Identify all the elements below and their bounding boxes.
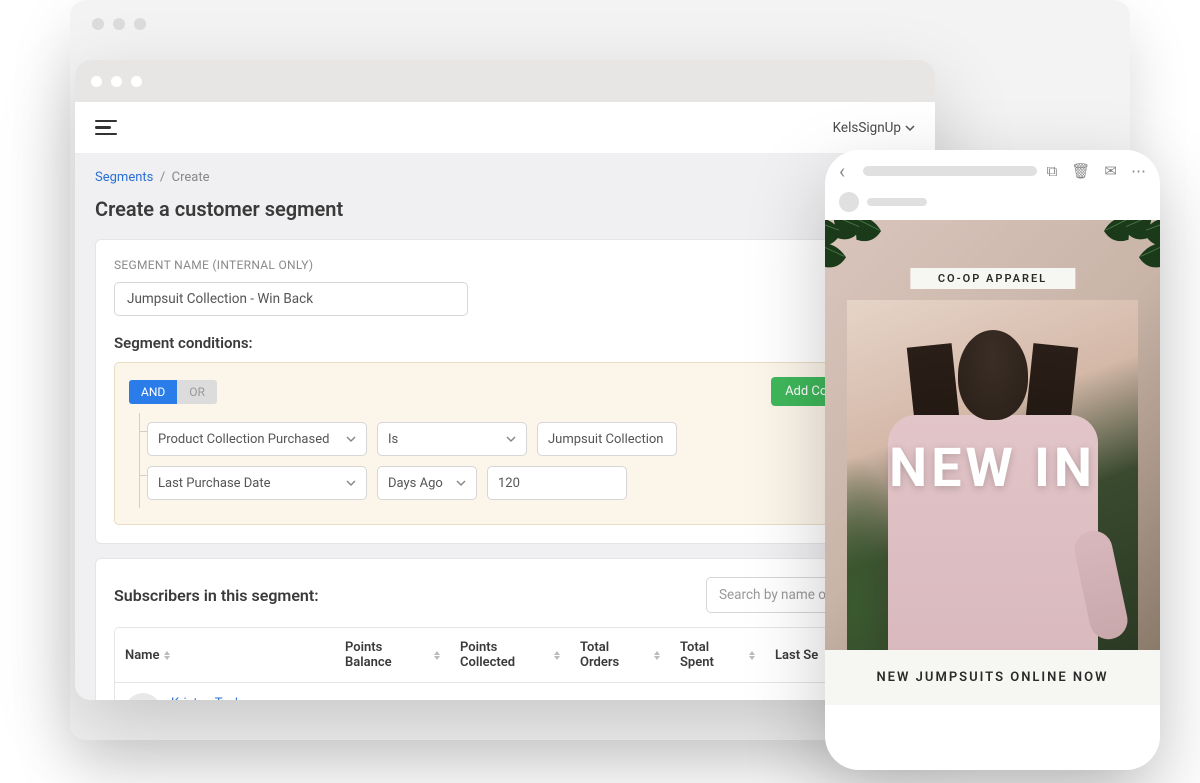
email-cta: NEW JUMPSUITS ONLINE NOW <box>825 650 1160 705</box>
delete-icon[interactable]: 🗑 <box>1071 162 1090 180</box>
titlebar <box>75 60 935 102</box>
admin-window: KelsSignUp Segments / Create Create a cu… <box>75 60 935 700</box>
condition-row: Product Collection Purchased Is Jumpsuit… <box>147 422 881 456</box>
page-content: Segments / Create Create a customer segm… <box>75 154 935 700</box>
table-row[interactable]: KT Kristen Taylor kristentaylor@mail.com… <box>115 683 895 700</box>
chevron-down-icon <box>905 123 915 133</box>
condition-operator-select[interactable]: Is <box>377 422 527 456</box>
segment-name-label: SEGMENT NAME (INTERNAL ONLY) <box>114 258 896 272</box>
email-headline: NEW IN <box>825 437 1160 500</box>
and-button[interactable]: AND <box>129 380 177 404</box>
breadcrumb: Segments / Create <box>95 170 915 185</box>
segment-name-input[interactable] <box>114 282 468 316</box>
back-icon[interactable]: ‹ <box>839 159 853 183</box>
subscribers-table: Name Points Balance Points Collected Tot… <box>114 627 896 700</box>
subscribers-card: Subscribers in this segment: Name Points… <box>95 558 915 700</box>
condition-value[interactable]: Jumpsuit Collection <box>537 422 677 456</box>
condition-field-select[interactable]: Last Purchase Date <box>147 466 367 500</box>
page-title: Create a customer segment <box>95 197 915 221</box>
condition-operator-select[interactable]: Days Ago <box>377 466 477 500</box>
email-brand: CO-OP APPAREL <box>910 268 1075 289</box>
breadcrumb-parent[interactable]: Segments <box>95 170 153 185</box>
chevron-down-icon <box>346 434 356 444</box>
condition-value[interactable]: 120 <box>487 466 627 500</box>
more-icon[interactable]: ⋯ <box>1131 162 1146 180</box>
account-name: KelsSignUp <box>833 120 901 136</box>
window-controls <box>92 18 146 30</box>
avatar: KT <box>125 693 161 700</box>
archive-icon[interactable]: ⧉ <box>1047 162 1058 180</box>
mail-icon[interactable]: ✉ <box>1104 162 1117 180</box>
condition-row: Last Purchase Date Days Ago 120 <box>147 466 881 500</box>
conditions-heading: Segment conditions: <box>114 334 896 352</box>
leaf-decoration <box>825 220 891 280</box>
column-total-spent[interactable]: Total Spent <box>670 628 765 682</box>
chevron-down-icon <box>506 434 516 444</box>
column-total-orders[interactable]: Total Orders <box>570 628 670 682</box>
sort-icon <box>654 651 660 660</box>
phone-mockup: ‹ ⧉ 🗑 ✉ ⋯ CO-OP APPAREL <box>825 150 1160 770</box>
email-toolbar: ‹ ⧉ 🗑 ✉ ⋯ <box>825 150 1160 192</box>
leaf-decoration <box>1094 220 1160 280</box>
segment-form-card: SEGMENT NAME (INTERNAL ONLY) Segment con… <box>95 239 915 544</box>
window-controls <box>91 76 142 87</box>
chevron-down-icon <box>346 478 356 488</box>
sender-avatar <box>839 192 859 212</box>
subscriber-name[interactable]: Kristen Taylor <box>171 696 303 700</box>
sort-icon <box>434 651 440 660</box>
chevron-down-icon <box>456 478 466 488</box>
email-hero: CO-OP APPAREL NEW IN <box>825 220 1160 650</box>
subscribers-heading: Subscribers in this segment: <box>114 586 319 605</box>
condition-field-select[interactable]: Product Collection Purchased <box>147 422 367 456</box>
sender-placeholder <box>867 198 927 206</box>
sort-icon <box>554 651 560 660</box>
column-points-collected[interactable]: Points Collected <box>450 628 570 682</box>
conditions-box: AND OR Add Condition Product Collection … <box>114 362 896 525</box>
sort-icon <box>164 651 170 660</box>
account-dropdown[interactable]: KelsSignUp <box>833 120 915 136</box>
and-or-toggle: AND OR <box>129 380 217 404</box>
topbar: KelsSignUp <box>75 102 935 154</box>
column-points-balance[interactable]: Points Balance <box>335 628 450 682</box>
email-meta <box>825 192 1160 220</box>
email-body: CO-OP APPAREL NEW IN NEW JUMPSUITS ONLIN… <box>825 220 1160 705</box>
sort-icon <box>749 651 755 660</box>
breadcrumb-current: Create <box>172 170 210 185</box>
menu-icon[interactable] <box>95 120 117 136</box>
or-button[interactable]: OR <box>177 380 217 404</box>
subject-placeholder <box>863 166 1037 176</box>
table-header: Name Points Balance Points Collected Tot… <box>115 628 895 683</box>
column-name[interactable]: Name <box>115 628 335 682</box>
